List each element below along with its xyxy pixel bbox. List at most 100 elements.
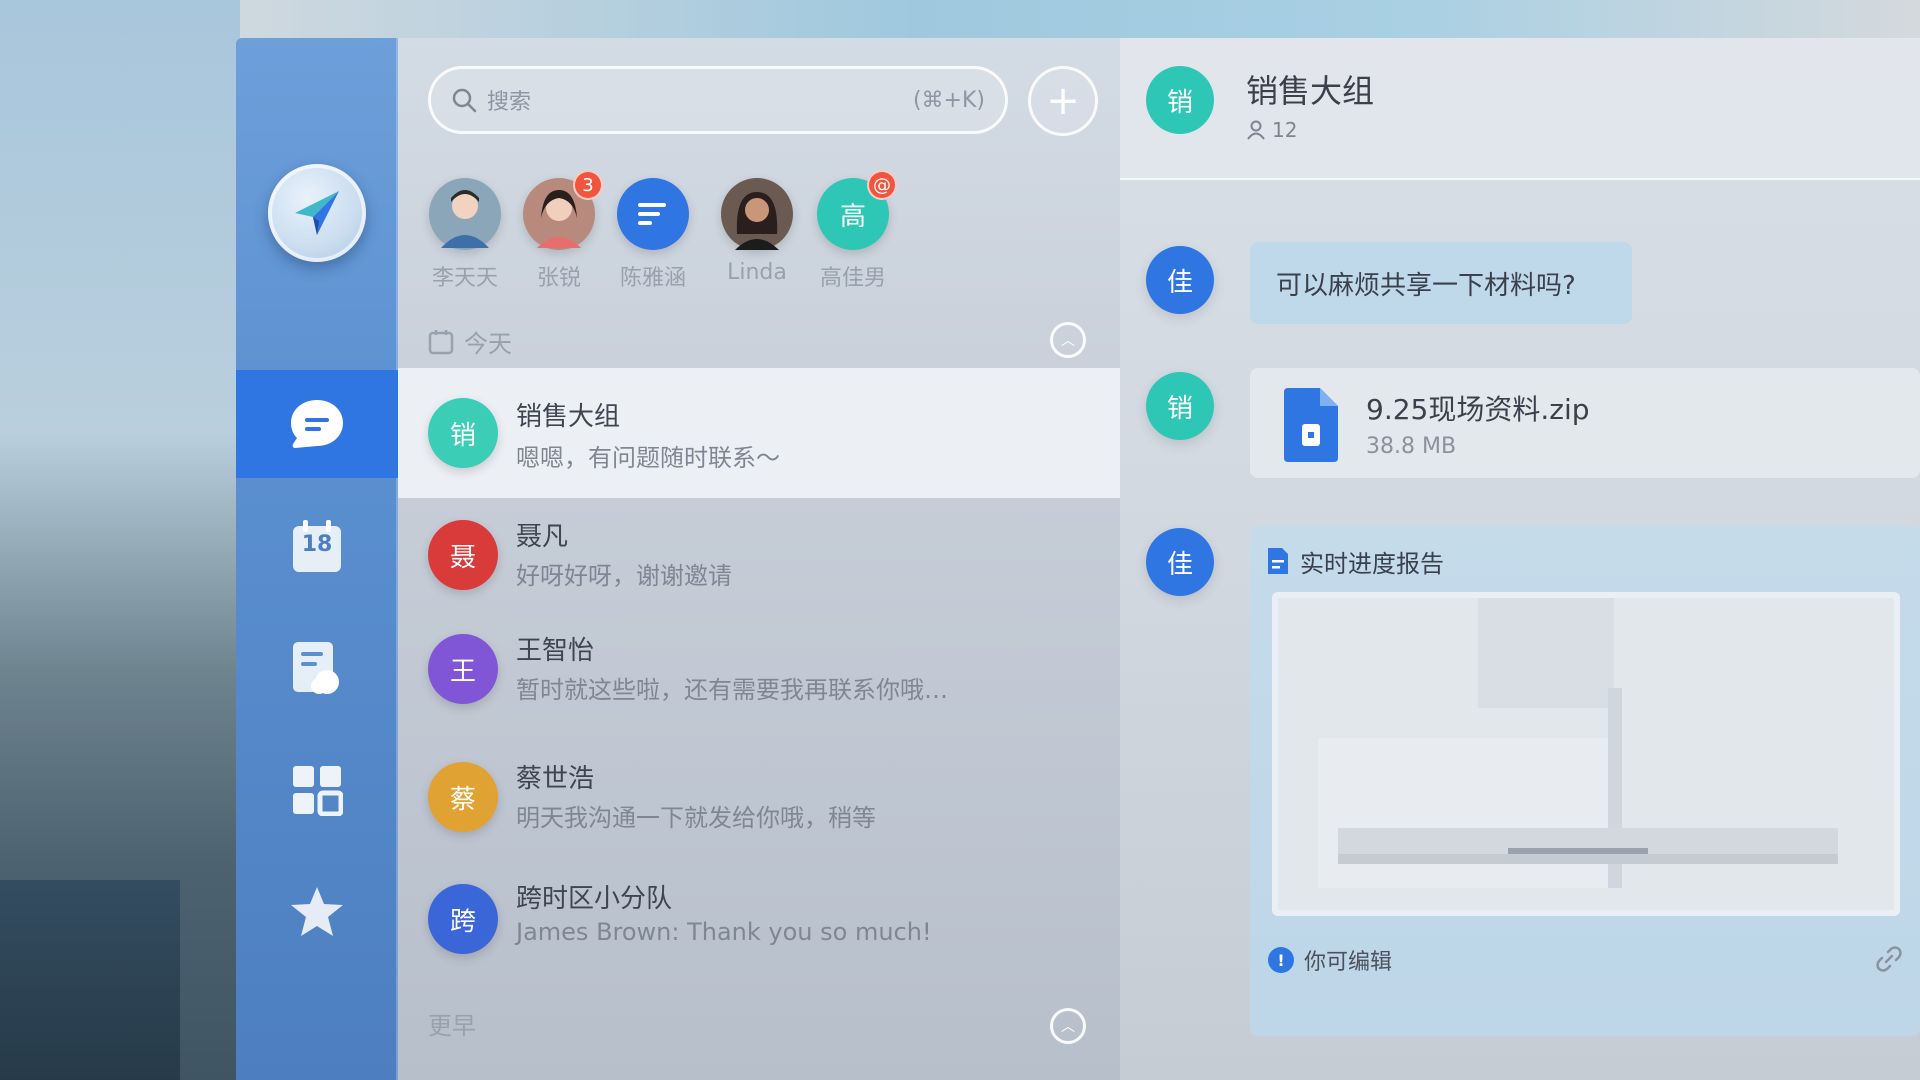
conversation-list-panel: 搜索 (⌘+K) + 李天天 3 张锐 陈雅涵 Linda 高 @ 高佳男 今天… [398, 38, 1120, 1080]
avatar: 聂 [428, 520, 498, 590]
conversation-preview: 好呀好呀，谢谢邀请 [516, 562, 732, 590]
conversation-title: 蔡世浩 [516, 764, 595, 794]
conversation-title: 聂凡 [516, 522, 569, 552]
member-count[interactable]: 12 [1246, 118, 1297, 142]
conversation-preview: James Brown: Thank you so much! [516, 918, 932, 946]
section-header-earlier: 更早 [428, 1006, 476, 1041]
document-preview[interactable] [1272, 592, 1900, 916]
sender-avatar[interactable]: 销 [1146, 372, 1214, 440]
avatar-initial: 销 [449, 420, 476, 451]
avatar-initial: 王 [449, 656, 476, 687]
nav-calendar[interactable]: 18 [236, 492, 398, 600]
quick-contact[interactable]: 高 @ 高佳男 [808, 170, 898, 292]
nav-documents[interactable] [236, 614, 398, 722]
contact-name: 陈雅涵 [619, 266, 686, 291]
conversation-title: 销售大组 [516, 402, 621, 432]
avatar: 销 [428, 398, 498, 468]
document-preview-image [1278, 598, 1894, 910]
conversation-title: 跨时区小分队 [516, 884, 673, 914]
conversation-item[interactable]: 聂 聂凡 好呀好呀，谢谢邀请 [398, 498, 1120, 628]
calendar-icon: 18 [289, 518, 345, 574]
section-label: 更早 [428, 1012, 476, 1040]
contact-name: 高佳男 [819, 266, 886, 291]
section-header-today: 今天 [428, 324, 512, 359]
conversation-item[interactable]: 王 王智怡 暂时就这些啦，还有需要我再联系你哦… [398, 612, 1120, 742]
avatar-initial: 蔡 [449, 784, 476, 815]
document-icon [1268, 548, 1288, 574]
quick-contact[interactable]: 李天天 [420, 178, 510, 292]
avatar: 跨 [428, 884, 498, 954]
search-shortcut: (⌘+K) [912, 87, 985, 113]
avatar-initial: 销 [1166, 87, 1193, 118]
avatar: 高 @ [817, 170, 897, 250]
conversation-preview: 明天我沟通一下就发给你哦，稍等 [516, 804, 876, 832]
file-name: 9.25现场资料.zip [1366, 393, 1590, 426]
avatar-initial: 销 [1166, 393, 1193, 424]
member-count-value: 12 [1272, 118, 1298, 142]
file-attachment[interactable]: 9.25现场资料.zip 38.8 MB [1250, 368, 1920, 478]
chat-header: 销 销售大组 12 [1120, 38, 1920, 180]
paper-plane-icon [295, 191, 339, 235]
sidebar: 18 [236, 38, 398, 1080]
conversation-preview: 嗯嗯，有问题随时联系～ [516, 444, 780, 472]
avatar [721, 178, 793, 250]
link-icon[interactable] [1876, 946, 1902, 972]
chat-lines-icon [638, 203, 666, 225]
grid-icon [289, 762, 345, 818]
person-icon [1247, 120, 1265, 140]
collapse-earlier-button[interactable]: ︿ [1050, 1008, 1086, 1044]
avatar: 王 [428, 634, 498, 704]
avatar-initial: 高 [839, 201, 866, 232]
zip-file-icon [1284, 388, 1338, 462]
calendar-day: 18 [301, 532, 333, 557]
avatar-initial: 聂 [449, 542, 476, 573]
nav-apps[interactable] [236, 736, 398, 844]
avatar-initial: 佳 [1166, 267, 1193, 298]
quick-contact[interactable]: 陈雅涵 [608, 178, 698, 292]
contact-name: 张锐 [536, 266, 581, 291]
quick-contact[interactable]: Linda [712, 178, 802, 285]
avatar-initial: 跨 [449, 906, 476, 937]
document-title: 实时进度报告 [1300, 550, 1444, 578]
conversation-item[interactable]: 蔡 蔡世浩 明天我沟通一下就发给你哦，稍等 [398, 738, 1120, 868]
edit-permission-text: 你可编辑 [1304, 950, 1393, 975]
conversation-preview: 暂时就这些啦，还有需要我再联系你哦… [516, 676, 948, 704]
avatar [429, 178, 501, 250]
message-text: 可以麻烦共享一下材料吗? [1276, 270, 1576, 301]
chat-title: 销售大组 [1246, 72, 1375, 110]
sender-avatar[interactable]: 佳 [1146, 528, 1214, 596]
search-icon [452, 88, 477, 113]
search-placeholder: 搜索 [487, 90, 532, 115]
avatar: 3 [523, 170, 603, 250]
sender-avatar[interactable]: 佳 [1146, 246, 1214, 314]
search-input[interactable]: 搜索 (⌘+K) [428, 66, 1008, 134]
chat-panel: 销 销售大组 12 佳 可以麻烦共享一下材料吗? 销 9.25现场资料.zip … [1120, 38, 1920, 1080]
quick-contact[interactable]: 3 张锐 [514, 170, 604, 292]
message-bubble: 可以麻烦共享一下材料吗? [1250, 242, 1632, 324]
chat-bubble-icon [289, 396, 345, 452]
chevron-up-icon: ︿ [1061, 1019, 1075, 1035]
info-icon: ! [1268, 947, 1294, 973]
avatar: 蔡 [428, 762, 498, 832]
mention-badge: @ [867, 170, 897, 200]
section-label: 今天 [464, 330, 512, 358]
star-icon [289, 884, 345, 940]
contact-name: 李天天 [431, 266, 498, 291]
conversation-item[interactable]: 销 销售大组 嗯嗯，有问题随时联系～ [398, 368, 1120, 498]
edit-permission-note: ! 你可编辑 [1268, 944, 1392, 976]
conversation-item[interactable]: 跨 跨时区小分队 James Brown: Thank you so much! [398, 860, 1120, 990]
background-scenery-top [240, 0, 1920, 38]
conversation-title: 王智怡 [516, 636, 595, 666]
nav-messages[interactable] [236, 370, 398, 478]
add-button[interactable]: + [1028, 66, 1098, 136]
chevron-up-icon: ︿ [1061, 333, 1075, 349]
unread-badge: 3 [573, 170, 603, 200]
app-logo[interactable] [268, 164, 366, 262]
group-avatar[interactable]: 销 [1146, 66, 1214, 134]
contact-name: Linda [727, 260, 787, 285]
nav-favorites[interactable] [236, 858, 398, 966]
collapse-today-button[interactable]: ︿ [1050, 322, 1086, 358]
document-card[interactable]: 实时进度报告 ! 你可编辑 [1250, 526, 1920, 1036]
background-scenery-left [0, 0, 240, 1080]
avatar [617, 178, 689, 250]
